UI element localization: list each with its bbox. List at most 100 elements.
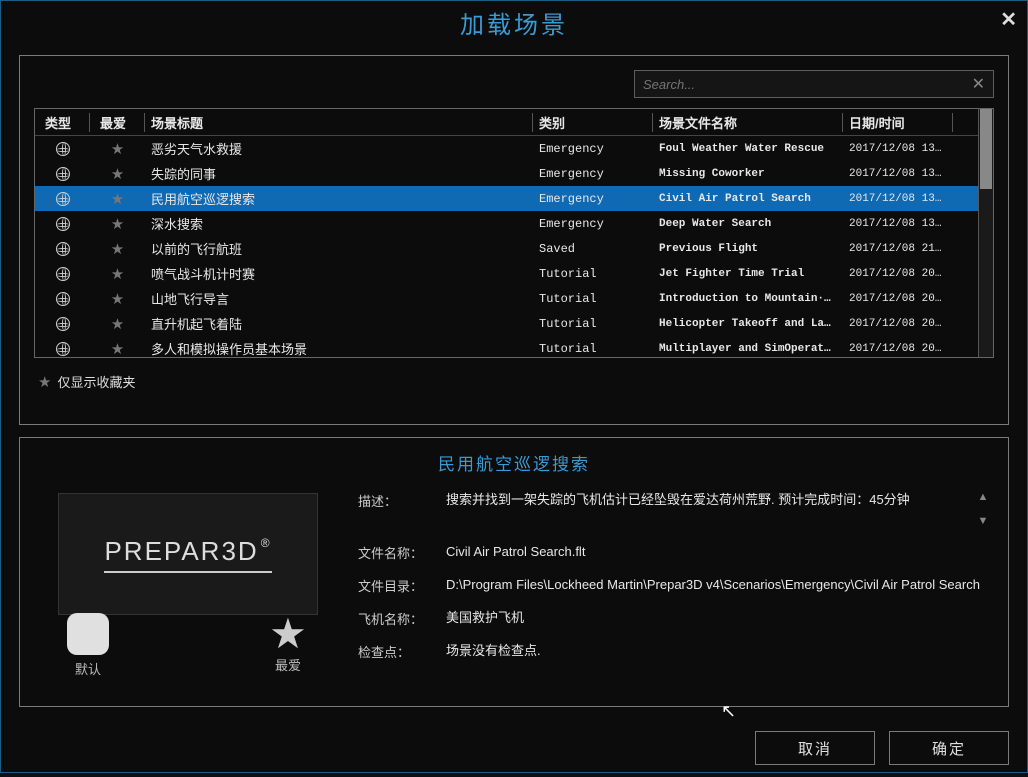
detail-info: 描述： 搜索并找到一架失踪的飞机估计已经坠毁在爱达荷州荒野. 预计完成时间：45…: [358, 483, 990, 678]
check-label: 检查点：: [358, 642, 436, 661]
favorites-only-toggle[interactable]: ★ 仅显示收藏夹: [20, 358, 1008, 405]
col-type[interactable]: 类型: [35, 113, 90, 132]
table-row[interactable]: ★ 直升机起飞着陆TutorialHelicopter Takeoff and L…: [35, 311, 978, 336]
row-date: 2017/12/08 20:03: [843, 318, 953, 330]
search-box[interactable]: ✕: [634, 70, 994, 98]
row-date: 2017/12/08 20:13: [843, 293, 953, 305]
row-date: 2017/12/08 13:13: [843, 218, 953, 230]
ok-button[interactable]: 确定: [889, 731, 1009, 765]
globe-icon: [56, 342, 70, 356]
scenario-thumbnail: PREPAR3D®: [58, 493, 318, 615]
col-date[interactable]: 日期/时间: [843, 113, 953, 132]
globe-icon: [56, 317, 70, 331]
row-date: 2017/12/08 20:23: [843, 343, 953, 355]
row-category: Tutorial: [533, 342, 653, 356]
favorite-label: 最爱: [258, 655, 318, 674]
row-file: Previous Flight: [653, 243, 843, 255]
row-date: 2017/12/08 13:13: [843, 193, 953, 205]
row-date: 2017/12/08 13:33: [843, 143, 953, 155]
table-header: 类型 最爱 场景标题 类别 场景文件名称 日期/时间: [35, 109, 978, 136]
globe-icon: [56, 292, 70, 306]
star-icon[interactable]: ★: [111, 290, 124, 308]
default-square-icon: [67, 613, 109, 655]
row-file: Jet Fighter Time Trial: [653, 268, 843, 280]
row-title: 民用航空巡逻搜索: [145, 189, 533, 208]
row-file: Missing Coworker: [653, 168, 843, 180]
file-label: 文件名称：: [358, 543, 436, 562]
row-title: 山地飞行导言: [145, 289, 533, 308]
scenario-list-panel: ✕ 类型 最爱 场景标题 类别 场景文件名称 日期/时间 ★恶劣天气水救援Eme…: [19, 55, 1009, 425]
search-input[interactable]: [643, 77, 972, 92]
row-file: Civil Air Patrol Search: [653, 193, 843, 205]
row-title: 深水搜索: [145, 214, 533, 233]
table-row[interactable]: ★以前的飞行航班SavedPrevious Flight2017/12/08 2…: [35, 236, 978, 261]
search-row: ✕: [20, 56, 1008, 108]
default-button[interactable]: 默认: [58, 613, 118, 678]
col-file[interactable]: 场景文件名称: [653, 113, 843, 132]
globe-icon: [56, 192, 70, 206]
file-value: Civil Air Patrol Search.flt: [446, 543, 990, 562]
star-icon[interactable]: ★: [111, 340, 124, 358]
dialog: 加载场景 ✕ ✕ 类型 最爱 场景标题 类别 场景文件名称 日期/时间 ★恶劣天…: [0, 0, 1028, 773]
desc-value: 搜索并找到一架失踪的飞机估计已经坠毁在爱达荷州荒野. 预计完成时间：45分钟: [446, 491, 966, 529]
table-row[interactable]: ★恶劣天气水救援EmergencyFoul Weather Water Resc…: [35, 136, 978, 161]
clear-search-icon[interactable]: ✕: [972, 74, 985, 94]
desc-scrollbar[interactable]: ▲ ▼: [976, 491, 990, 529]
table-row[interactable]: ★失踪的同事EmergencyMissing Coworker2017/12/0…: [35, 161, 978, 186]
star-icon[interactable]: ★: [111, 265, 124, 283]
star-icon[interactable]: ★: [111, 215, 124, 233]
globe-icon: [56, 242, 70, 256]
col-favorite[interactable]: 最爱: [90, 113, 145, 132]
star-icon[interactable]: ★: [111, 315, 124, 333]
col-title[interactable]: 场景标题: [145, 113, 533, 132]
scenario-table: 类型 最爱 场景标题 类别 场景文件名称 日期/时间 ★恶劣天气水救援Emerg…: [34, 108, 994, 358]
favorites-only-label: 仅显示收藏夹: [57, 372, 135, 391]
plane-label: 飞机名称：: [358, 609, 436, 628]
star-icon[interactable]: ★: [111, 240, 124, 258]
chevron-down-icon[interactable]: ▼: [976, 515, 990, 527]
close-icon[interactable]: ✕: [1000, 7, 1017, 32]
table-row[interactable]: ★多人和模拟操作员基本场景TutorialMultiplayer and Sim…: [35, 336, 978, 358]
favorite-button[interactable]: ★ 最爱: [258, 613, 318, 678]
check-value: 场景没有检查点.: [446, 642, 990, 661]
row-title: 直升机起飞着陆: [145, 314, 533, 333]
star-icon[interactable]: ★: [111, 190, 124, 208]
col-category[interactable]: 类别: [533, 113, 653, 132]
row-category: Emergency: [533, 217, 653, 231]
default-label: 默认: [58, 659, 118, 678]
row-title: 喷气战斗机计时赛: [145, 264, 533, 283]
row-category: Tutorial: [533, 267, 653, 281]
scrollbar[interactable]: [978, 109, 993, 357]
row-file: Helicopter Takeoff and La···: [653, 318, 843, 330]
star-icon[interactable]: ★: [111, 165, 124, 183]
row-category: Emergency: [533, 142, 653, 156]
globe-icon: [56, 217, 70, 231]
detail-panel: 民用航空巡逻搜索 PREPAR3D® 默认 ★ 最爱: [19, 437, 1009, 707]
star-icon: ★: [38, 373, 51, 391]
thumbnail-column: PREPAR3D® 默认 ★ 最爱: [38, 483, 338, 678]
dialog-buttons: 取消 确定: [1, 719, 1027, 777]
star-icon[interactable]: ★: [111, 140, 124, 158]
cancel-button[interactable]: 取消: [755, 731, 875, 765]
detail-title: 民用航空巡逻搜索: [20, 438, 1008, 483]
row-file: Introduction to Mountain···: [653, 293, 843, 305]
row-category: Tutorial: [533, 317, 653, 331]
row-date: 2017/12/08 20:19: [843, 268, 953, 280]
thumbnail-text: PREPAR3D: [104, 536, 258, 566]
row-category: Tutorial: [533, 292, 653, 306]
row-file: Deep Water Search: [653, 218, 843, 230]
scrollbar-thumb[interactable]: [980, 109, 992, 189]
row-category: Saved: [533, 242, 653, 256]
globe-icon: [56, 142, 70, 156]
table-row[interactable]: ★ 喷气战斗机计时赛TutorialJet Fighter Time Trial2…: [35, 261, 978, 286]
table-row[interactable]: ★ 深水搜索EmergencyDeep Water Search2017/12/0…: [35, 211, 978, 236]
row-title: 多人和模拟操作员基本场景: [145, 339, 533, 358]
row-date: 2017/12/08 21:33: [843, 243, 953, 255]
table-row[interactable]: ★ 山地飞行导言TutorialIntroduction to Mountain·…: [35, 286, 978, 311]
table-row[interactable]: ★民用航空巡逻搜索EmergencyCivil Air Patrol Searc…: [35, 186, 978, 211]
desc-label: 描述：: [358, 491, 436, 529]
plane-value: 美国救护飞机: [446, 609, 990, 628]
row-file: Foul Weather Water Rescue: [653, 143, 843, 155]
chevron-up-icon[interactable]: ▲: [976, 491, 990, 503]
title-bar: 加载场景 ✕: [1, 1, 1027, 43]
